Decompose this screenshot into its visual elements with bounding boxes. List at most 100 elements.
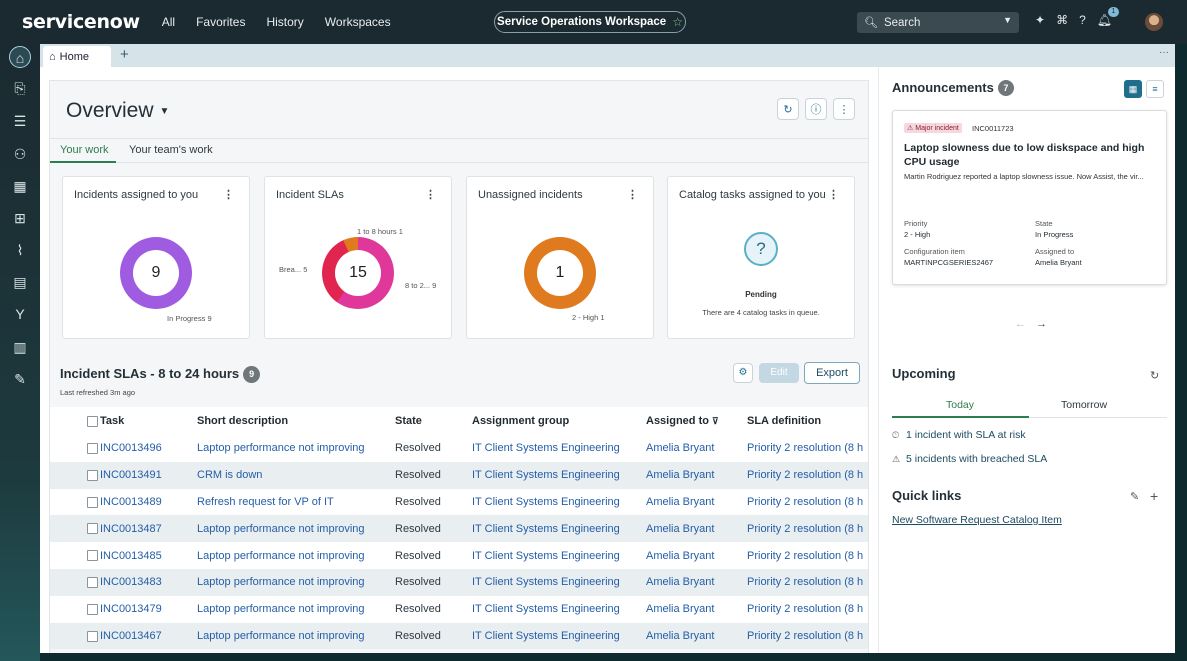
more-options-icon[interactable]: ⋮ [627, 188, 638, 201]
row-checkbox[interactable] [50, 568, 100, 596]
task-link[interactable]: INC0013485 [100, 542, 197, 569]
task-link[interactable]: INC0013479 [100, 595, 197, 623]
task-link[interactable]: INC0013491 [100, 461, 197, 489]
column-header-assignment-group[interactable]: Assignment group [472, 407, 646, 435]
user-avatar[interactable] [1145, 13, 1163, 31]
pulse-icon[interactable]: ⌇ [9, 239, 31, 261]
column-header-state[interactable]: State [395, 407, 472, 435]
refresh-icon[interactable]: ↻ [1150, 369, 1159, 382]
edit-icon[interactable]: ✎ [1130, 490, 1139, 503]
list-icon[interactable]: ☰ [9, 110, 31, 132]
export-button[interactable]: Export [804, 362, 860, 384]
column-header-short-description[interactable]: Short description [197, 407, 395, 435]
assigned-to-link[interactable]: Amelia Bryant [646, 568, 747, 596]
short-description-link[interactable]: Laptop performance not improving [197, 515, 395, 543]
servicenow-logo[interactable]: servicenow [22, 11, 140, 33]
table-row[interactable]: INC0013496 Laptop performance not improvi… [50, 435, 868, 462]
more-options-icon[interactable]: ⋮ [833, 98, 855, 120]
sla-definition-link[interactable]: Priority 2 resolution (8 h [747, 488, 868, 516]
wand-icon[interactable]: ✎ [9, 368, 31, 390]
tab-your-teams-work[interactable]: Your team's work [129, 144, 213, 156]
more-options-icon[interactable]: ⋮ [828, 188, 839, 201]
assignment-group-link[interactable]: IT Client Systems Engineering [472, 435, 646, 462]
workspace-title-pill[interactable]: Service Operations Workspace ☆ [494, 11, 686, 33]
assignment-group-link[interactable]: IT Client Systems Engineering [472, 595, 646, 623]
sla-definition-link[interactable]: Priority 2 resolution (8 h [747, 515, 868, 543]
global-search[interactable]: 🔍︎ Search ▼ [857, 12, 1019, 33]
grid-icon[interactable]: ⊞ [9, 207, 31, 229]
row-checkbox[interactable] [50, 461, 100, 489]
tab-today[interactable]: Today [946, 399, 974, 411]
column-header-sla-definition[interactable]: SLA definition [747, 407, 868, 435]
row-checkbox[interactable] [50, 488, 100, 516]
announcement-card[interactable]: ⚠ Major incident INC0011723 Laptop slown… [892, 110, 1167, 285]
donut-chart[interactable]: 1 [524, 237, 596, 309]
short-description-link[interactable]: Laptop performance not improving [197, 595, 395, 623]
table-row[interactable]: INC0013479 Laptop performance not improvi… [50, 595, 868, 623]
column-header-task[interactable]: Task [100, 407, 197, 435]
row-checkbox[interactable] [50, 622, 100, 650]
next-arrow-icon[interactable]: → [1036, 318, 1047, 330]
short-description-link[interactable]: Refresh request for VP of IT [197, 488, 395, 516]
quick-link[interactable]: New Software Request Catalog Item [892, 514, 1062, 526]
card-incident-slas[interactable]: Incident SLAs ⋮ 15 1 to 8 hours 1 Brea..… [264, 176, 452, 339]
task-link[interactable]: INC0013489 [100, 488, 197, 516]
assigned-to-link[interactable]: Amelia Bryant [646, 515, 747, 543]
task-link[interactable]: INC0013487 [100, 515, 197, 543]
sla-definition-link[interactable]: Priority 2 resolution (8 h [747, 461, 868, 489]
assigned-to-link[interactable]: Amelia Bryant [646, 435, 747, 462]
tab-your-work[interactable]: Your work [50, 144, 116, 163]
donut-chart[interactable]: 9 [120, 237, 192, 309]
card-incidents-assigned[interactable]: Incidents assigned to you ⋮ 9 In Progres… [62, 176, 250, 339]
nav-favorites[interactable]: Favorites [196, 15, 245, 29]
analytics-icon[interactable]: ▥ [9, 336, 31, 358]
assignment-group-link[interactable]: IT Client Systems Engineering [472, 515, 646, 543]
short-description-link[interactable]: CRM is down [197, 461, 395, 489]
previous-arrow-icon[interactable]: ← [1015, 318, 1026, 330]
row-checkbox[interactable] [50, 515, 100, 543]
branch-icon[interactable]: Y [9, 303, 31, 325]
table-row[interactable]: INC0013483 Laptop performance not improvi… [50, 568, 868, 596]
refresh-icon[interactable]: ↻ [777, 98, 799, 120]
short-description-link[interactable]: Laptop performance not improving [197, 568, 395, 596]
assignment-group-link[interactable]: IT Client Systems Engineering [472, 488, 646, 516]
assignment-group-link[interactable]: IT Client Systems Engineering [472, 622, 646, 650]
table-row[interactable]: INC0013487 Laptop performance not improvi… [50, 515, 868, 543]
nav-workspaces[interactable]: Workspaces [325, 15, 391, 29]
add-icon[interactable]: + [1150, 488, 1158, 504]
assigned-to-link[interactable]: Amelia Bryant [646, 622, 747, 650]
row-checkbox[interactable] [50, 595, 100, 623]
assigned-to-link[interactable]: Amelia Bryant [646, 595, 747, 623]
groups-icon[interactable]: ⚇ [9, 143, 31, 165]
sla-at-risk-item[interactable]: 🕒︎ 1 incident with SLA at risk [892, 429, 1026, 441]
star-icon[interactable]: ☆ [672, 15, 683, 29]
more-icon[interactable]: ··· [1159, 47, 1169, 58]
task-link[interactable]: INC0013467 [100, 622, 197, 650]
list-view-icon[interactable]: ≡ [1146, 80, 1164, 98]
table-icon[interactable]: ▤ [9, 271, 31, 293]
task-link[interactable]: INC0013483 [100, 568, 197, 596]
help-icon[interactable]: ? [1079, 13, 1086, 27]
table-row[interactable]: INC0013489 Refresh request for VP of IT Re… [50, 488, 868, 516]
table-row[interactable]: INC0013491 CRM is down Resolved IT Client S… [50, 461, 868, 489]
home-icon[interactable]: ⌂ [9, 46, 31, 68]
tab-home[interactable]: ⌂ Home [43, 46, 111, 67]
settings-icon[interactable]: ⚙ [733, 363, 753, 383]
tab-tomorrow[interactable]: Tomorrow [1061, 399, 1107, 411]
short-description-link[interactable]: Laptop performance not improving [197, 622, 395, 650]
chat-icon[interactable]: ⌘ [1056, 13, 1068, 27]
grid-view-icon[interactable]: ▦ [1124, 80, 1142, 98]
assigned-to-link[interactable]: Amelia Bryant [646, 461, 747, 489]
short-description-link[interactable]: Laptop performance not improving [197, 435, 395, 462]
sla-definition-link[interactable]: Priority 2 resolution (8 h [747, 595, 868, 623]
info-icon[interactable]: ⓘ [805, 98, 827, 120]
assigned-to-link[interactable]: Amelia Bryant [646, 542, 747, 569]
sparkle-icon[interactable]: ✦ [1035, 13, 1045, 27]
task-link[interactable]: INC0013496 [100, 435, 197, 462]
assignment-group-link[interactable]: IT Client Systems Engineering [472, 568, 646, 596]
short-description-link[interactable]: Laptop performance not improving [197, 542, 395, 569]
notifications-icon[interactable]: 🔔︎ 1 [1097, 7, 1119, 27]
sla-definition-link[interactable]: Priority 2 resolution (8 h [747, 542, 868, 569]
select-all-checkbox[interactable] [50, 407, 100, 435]
sla-breached-item[interactable]: ⚠ 5 incidents with breached SLA [892, 453, 1047, 465]
